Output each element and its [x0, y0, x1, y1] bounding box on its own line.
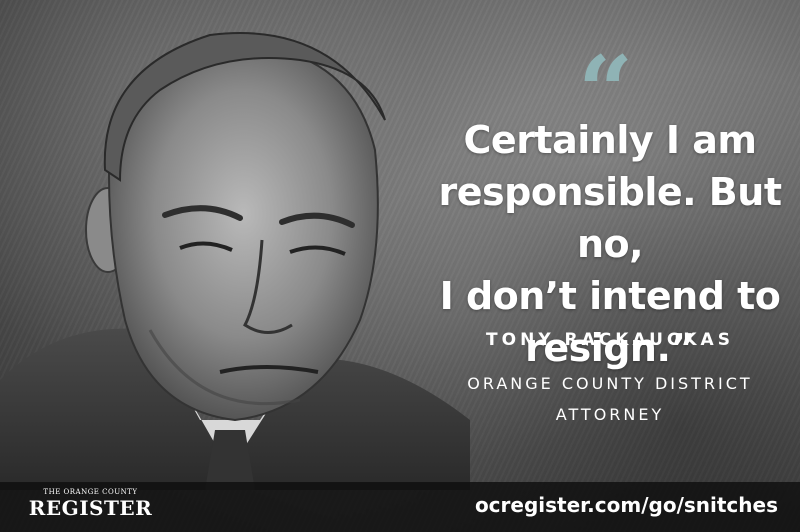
quote-line: Certainly I am	[463, 118, 757, 162]
register-logo[interactable]: THE ORANGE COUNTY REGISTER	[28, 488, 153, 520]
footer-bar: THE ORANGE COUNTY REGISTER ocregister.co…	[0, 482, 800, 532]
speaker-title: ORANGE COUNTY DISTRICT ATTORNEY	[420, 368, 800, 430]
quote-line: responsible. But no,	[438, 170, 782, 266]
speaker-title-line: ATTORNEY	[555, 405, 665, 424]
quote-line: I don’t intend to	[439, 274, 781, 318]
speaker-name: TONY RACKAUCKAS	[486, 330, 734, 350]
footer-url-link[interactable]: ocregister.com/go/snitches	[475, 493, 778, 517]
quote-mark-icon: “	[578, 44, 634, 102]
logo-wordmark: REGISTER	[28, 496, 153, 520]
speaker-title-line: ORANGE COUNTY DISTRICT	[467, 374, 753, 393]
logo-tagline: THE ORANGE COUNTY	[43, 488, 138, 496]
quote-card: “ Certainly I am responsible. But no, I …	[0, 0, 800, 532]
portrait-sketch	[0, 32, 470, 490]
